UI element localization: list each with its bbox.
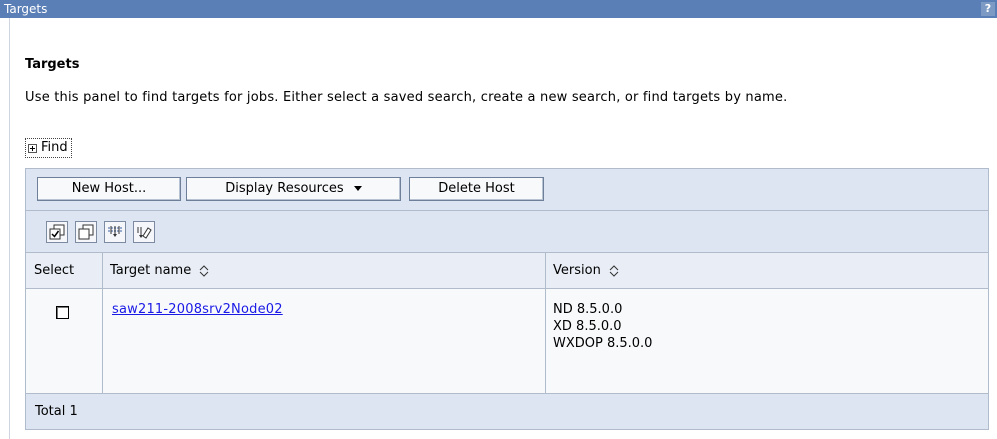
column-divider <box>102 253 103 394</box>
version-cell: ND 8.5.0.0 XD 8.5.0.0 WXDOP 8.5.0.0 <box>553 301 652 352</box>
version-header-label: Version <box>553 263 601 278</box>
panel-description: Use this panel to find targets for jobs.… <box>25 90 788 105</box>
display-resources-button[interactable]: Display Resources <box>186 177 401 201</box>
delete-host-button[interactable]: Delete Host <box>409 177 544 201</box>
sort-icon <box>609 264 619 277</box>
target-name-cell: saw211-2008srv2Node02 <box>112 302 283 317</box>
column-divider <box>545 253 546 394</box>
table-total: Total 1 <box>26 394 988 429</box>
target-name-link[interactable]: saw211-2008srv2Node02 <box>112 302 283 317</box>
targets-table: New Host... Display Resources Delete Hos… <box>25 168 989 430</box>
button-toolbar: New Host... Display Resources Delete Hos… <box>26 169 988 211</box>
row-select-checkbox[interactable] <box>56 306 69 319</box>
column-header-version[interactable]: Version <box>553 253 619 289</box>
window-title: Targets <box>4 2 48 16</box>
deselect-all-icon[interactable] <box>75 221 97 243</box>
show-filter-icon[interactable] <box>104 221 126 243</box>
clear-filter-icon[interactable] <box>133 221 155 243</box>
sort-icon <box>200 264 209 277</box>
version-line: ND 8.5.0.0 <box>553 302 623 317</box>
column-header-target-name[interactable]: Target name <box>110 253 209 289</box>
version-line: XD 8.5.0.0 <box>553 319 622 334</box>
display-resources-label: Display Resources <box>225 181 344 196</box>
new-host-button[interactable]: New Host... <box>37 177 181 201</box>
find-label: Find <box>41 140 68 155</box>
page-title: Targets <box>25 57 80 72</box>
find-toggle[interactable]: Find <box>25 138 72 158</box>
table-icon-toolbar <box>26 211 988 253</box>
help-icon[interactable]: ? <box>981 2 995 16</box>
expand-icon <box>28 143 37 153</box>
version-line: WXDOP 8.5.0.0 <box>553 336 653 351</box>
target-name-header-label: Target name <box>110 263 192 278</box>
dropdown-arrow-icon <box>353 185 362 191</box>
column-header-select: Select <box>34 263 75 278</box>
table-row: saw211-2008srv2Node02 ND 8.5.0.0 XD 8.5.… <box>26 289 988 394</box>
select-all-icon[interactable] <box>46 221 68 243</box>
window-titlebar: Targets ? <box>0 0 997 18</box>
